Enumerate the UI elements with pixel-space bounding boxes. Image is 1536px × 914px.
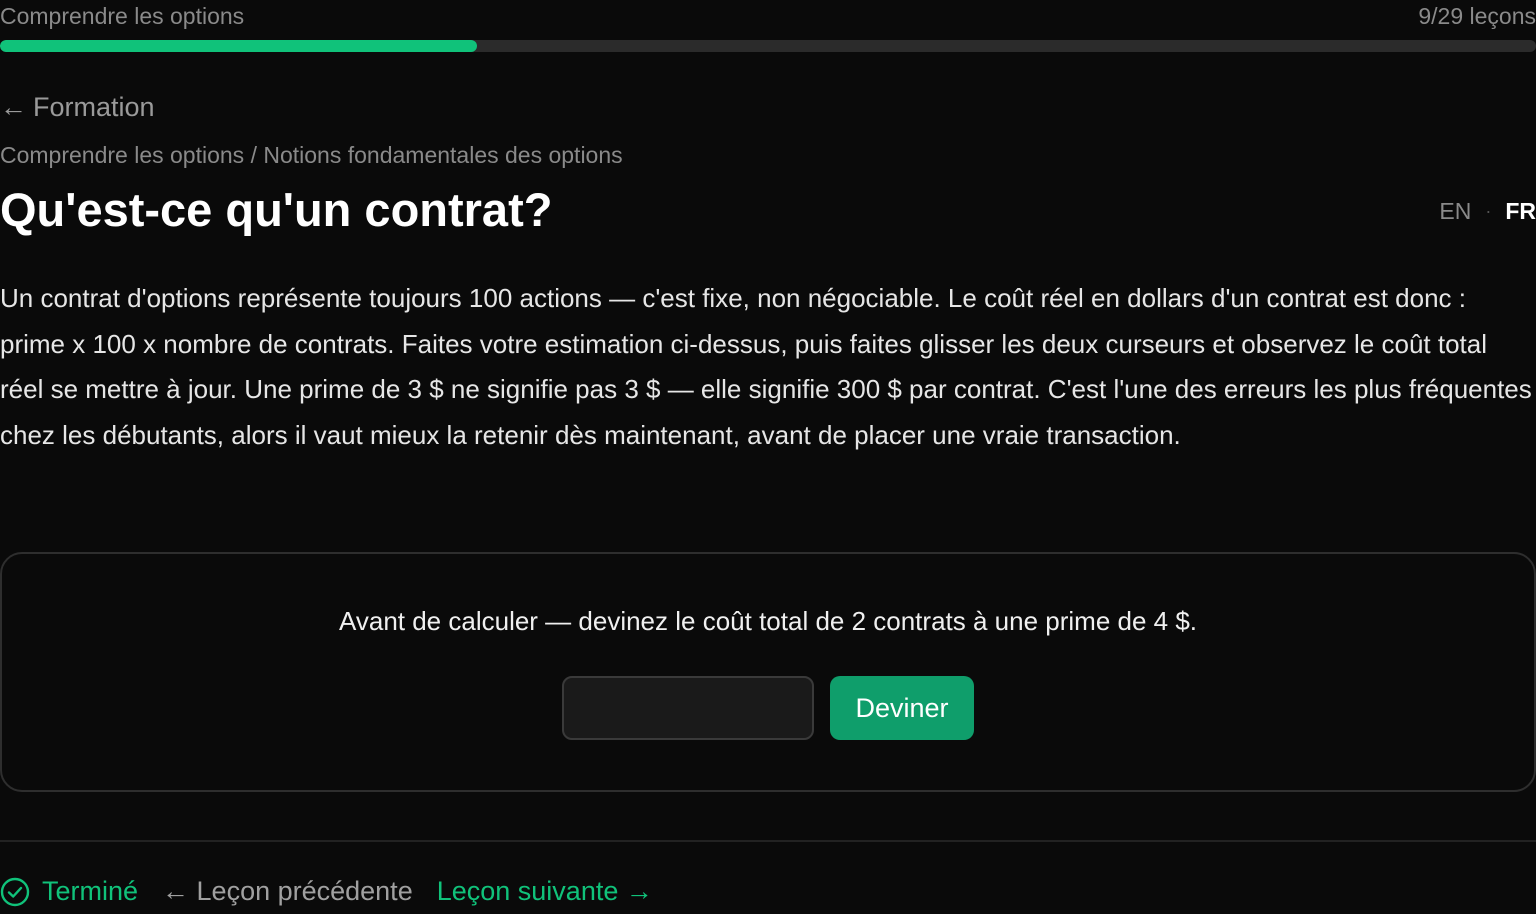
lesson-page: Comprendre les options 9/29 leçons ← For… [0, 0, 1536, 914]
guess-button[interactable]: Deviner [830, 676, 974, 740]
course-title: Comprendre les options [0, 2, 245, 29]
mark-done-button[interactable]: Terminé [0, 876, 138, 907]
course-progress-fill [0, 40, 477, 52]
title-row: Qu'est-ce qu'un contrat? EN · FR [0, 182, 1536, 237]
back-to-formation-link[interactable]: ← Formation [0, 92, 155, 123]
lesson-counter: 9/29 leçons [1418, 2, 1536, 29]
course-header: Comprendre les options 9/29 leçons [0, 2, 1536, 30]
previous-lesson-link[interactable]: ← Leçon précédente [162, 876, 413, 907]
lesson-body-text: Un contrat d'options représente toujours… [0, 283, 1532, 450]
page-title: Qu'est-ce qu'un contrat? [0, 183, 553, 236]
course-progress-bar [0, 40, 1536, 52]
back-link-label: Formation [33, 92, 155, 122]
language-fr-option[interactable]: FR [1505, 198, 1536, 225]
check-circle-icon [0, 877, 30, 906]
done-label: Terminé [42, 876, 139, 906]
next-lesson-link[interactable]: Leçon suivante → [437, 876, 653, 907]
arrow-left-icon: ← [0, 92, 27, 122]
breadcrumb: Comprendre les options / Notions fondame… [0, 142, 623, 168]
language-en-option[interactable]: EN [1439, 198, 1471, 225]
guess-quiz-card: Avant de calculer — devinez le coût tota… [0, 552, 1536, 792]
lesson-footer-nav: Terminé ← Leçon précédente Leçon suivant… [0, 876, 653, 907]
guess-input[interactable] [562, 676, 814, 740]
language-switcher: EN · FR [1439, 198, 1536, 225]
footer-divider [0, 840, 1536, 842]
language-separator: · [1485, 201, 1492, 221]
quiz-controls: Deviner [2, 676, 1534, 740]
quiz-question: Avant de calculer — devinez le coût tota… [338, 606, 1198, 636]
